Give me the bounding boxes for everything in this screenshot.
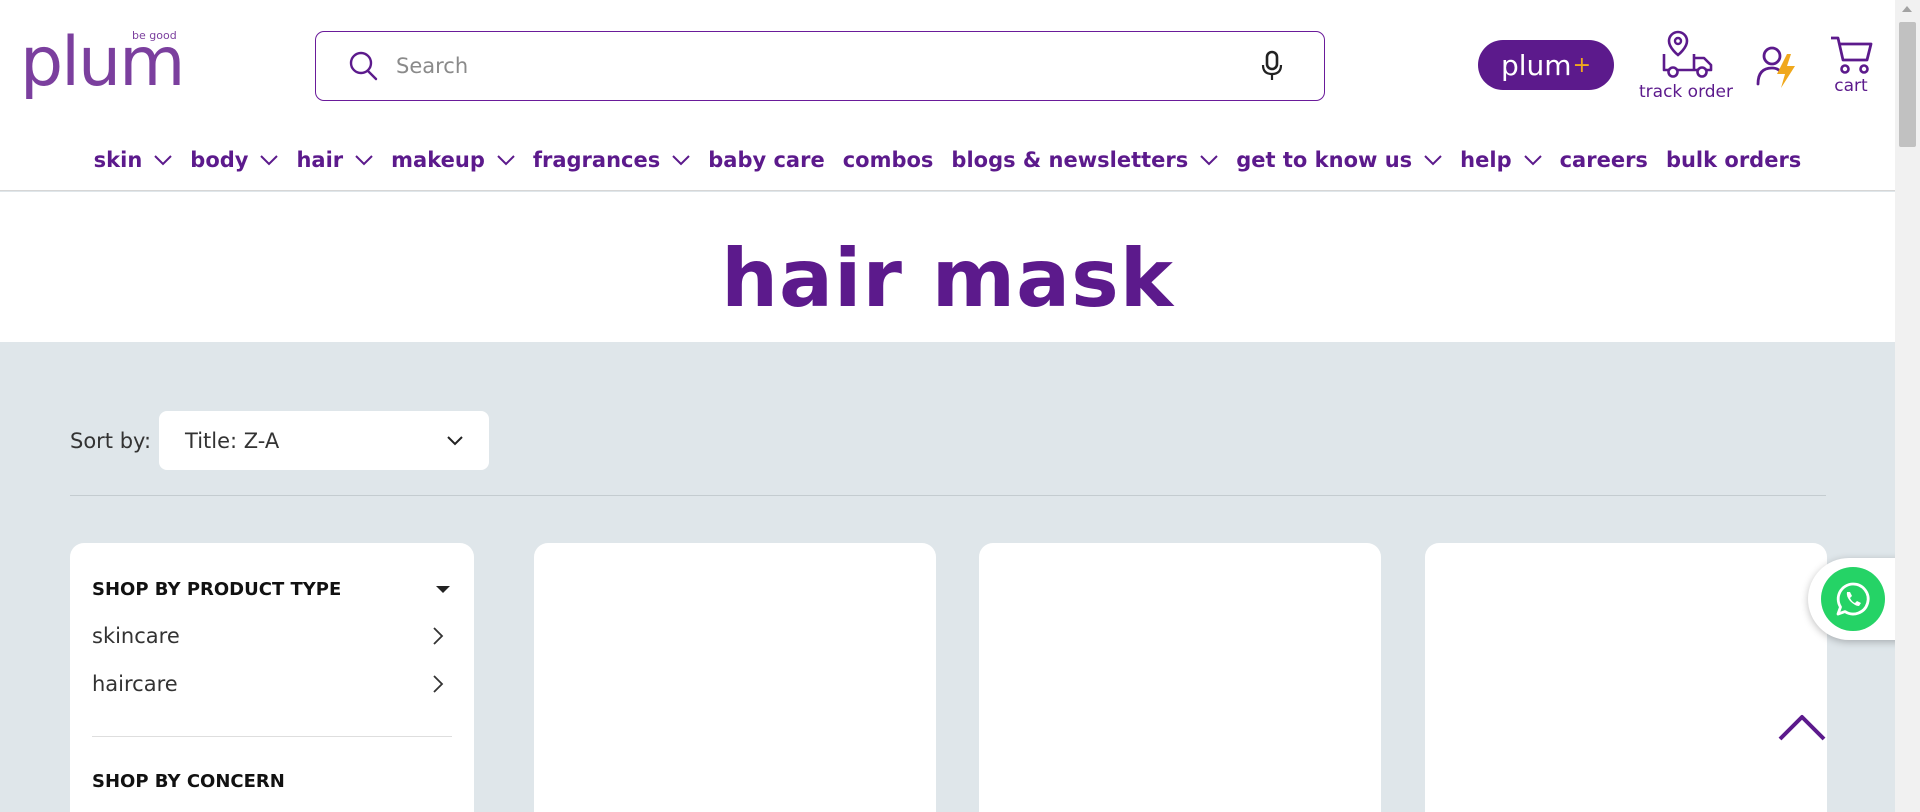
filter-next-section-title[interactable]: SHOP BY CONCERN [92, 771, 452, 792]
whatsapp-badge [1821, 567, 1885, 631]
nav-item-label: bulk orders [1665, 148, 1802, 172]
nav-item-label: combos [842, 148, 934, 172]
chevron-right-icon [433, 627, 444, 645]
product-card[interactable] [1425, 543, 1827, 812]
delivery-truck-icon [1662, 30, 1713, 78]
nav-item-baby-care[interactable]: baby care [708, 148, 824, 172]
chevron-down-icon [154, 155, 173, 166]
plum-logo[interactable]: plum be good [20, 27, 192, 99]
search-icon[interactable] [346, 49, 380, 83]
divider [70, 495, 1826, 496]
plum-plus-button[interactable]: plum + [1478, 40, 1614, 90]
track-order-link[interactable]: track order [1636, 28, 1736, 102]
nav-item-label: skin [93, 148, 143, 172]
site-header: plum be good plum+ track order [0, 0, 1895, 191]
nav-item-combos[interactable]: combos [843, 148, 934, 172]
nav-item-label: help [1460, 148, 1512, 172]
filter-item-label: skincare [92, 624, 180, 648]
nav-item-get-to-know-us[interactable]: get to know us [1236, 148, 1442, 172]
page-title: hair mask [721, 232, 1174, 325]
caret-down-icon [436, 586, 450, 593]
chevron-down-icon [1523, 155, 1542, 166]
plum-plus-label: plum [1500, 48, 1572, 82]
microphone-icon[interactable] [1258, 49, 1286, 83]
plum-plus-symbol: + [1572, 52, 1591, 78]
scrollbar[interactable] [1895, 0, 1920, 812]
chevron-down-icon [447, 435, 463, 445]
cart-link[interactable]: cart [1826, 32, 1876, 96]
nav-item-label: blogs & newsletters [951, 148, 1189, 172]
nav-item-careers[interactable]: careers [1560, 148, 1648, 172]
track-order-label: track order [1639, 82, 1733, 102]
filter-item-skincare[interactable]: skincare [92, 624, 452, 648]
cart-icon [1831, 36, 1873, 74]
nav-item-help[interactable]: help [1460, 148, 1542, 172]
search-bar[interactable] [315, 31, 1325, 101]
nav-item-label: fragrances [532, 148, 661, 172]
filter-item-haircare[interactable]: haircare [92, 672, 452, 696]
cart-label: cart [1834, 76, 1868, 96]
whatsapp-icon [1836, 582, 1870, 616]
chevron-down-icon [1424, 155, 1442, 166]
search-input[interactable] [396, 54, 1258, 78]
chevron-right-icon [433, 675, 444, 693]
nav-item-label: careers [1559, 148, 1648, 172]
scroll-to-top-icon[interactable] [1777, 712, 1827, 742]
nav-item-label: get to know us [1236, 148, 1413, 172]
nav-item-bulk-orders[interactable]: bulk orders [1666, 148, 1801, 172]
collection-title-bar: hair mask [0, 192, 1895, 342]
filter-section-title: SHOP BY PRODUCT TYPE [92, 579, 342, 600]
sort-label: Sort by: [70, 428, 152, 453]
product-card[interactable] [979, 543, 1381, 812]
nav-item-hair[interactable]: hair [296, 148, 373, 172]
chevron-down-icon [672, 155, 690, 166]
main-nav: skin body hair makeup fragrances baby ca… [0, 143, 1895, 177]
sort-select[interactable]: Title: Z-A [159, 411, 490, 470]
account-icon[interactable] [1755, 44, 1799, 90]
sort-row: Sort by: Title: Z-A [70, 411, 490, 470]
nav-item-label: baby care [708, 148, 825, 172]
filter-section-header[interactable]: SHOP BY PRODUCT TYPE [92, 579, 452, 600]
filter-item-label: haircare [92, 672, 178, 696]
chevron-down-icon [355, 155, 373, 166]
chevron-down-icon [1200, 155, 1218, 166]
scrollbar-thumb[interactable] [1899, 22, 1916, 147]
filter-divider [92, 736, 452, 737]
nav-item-blogs[interactable]: blogs & newsletters [951, 148, 1218, 172]
nav-item-label: makeup [391, 148, 485, 172]
scroll-up-arrow-icon[interactable] [1902, 6, 1912, 12]
logo-tagline: be good [132, 29, 177, 42]
product-card[interactable] [534, 543, 936, 812]
chevron-down-icon [260, 155, 279, 166]
nav-item-label: hair [296, 148, 344, 172]
nav-item-body[interactable]: body [190, 148, 279, 172]
nav-item-label: body [190, 148, 249, 172]
nav-item-fragrances[interactable]: fragrances [533, 148, 690, 172]
nav-item-skin[interactable]: skin [94, 148, 173, 172]
filter-panel: SHOP BY PRODUCT TYPE skincare haircare S… [70, 543, 474, 812]
nav-item-makeup[interactable]: makeup [391, 148, 515, 172]
chevron-down-icon [497, 155, 515, 166]
sort-selected-value: Title: Z-A [185, 428, 280, 453]
